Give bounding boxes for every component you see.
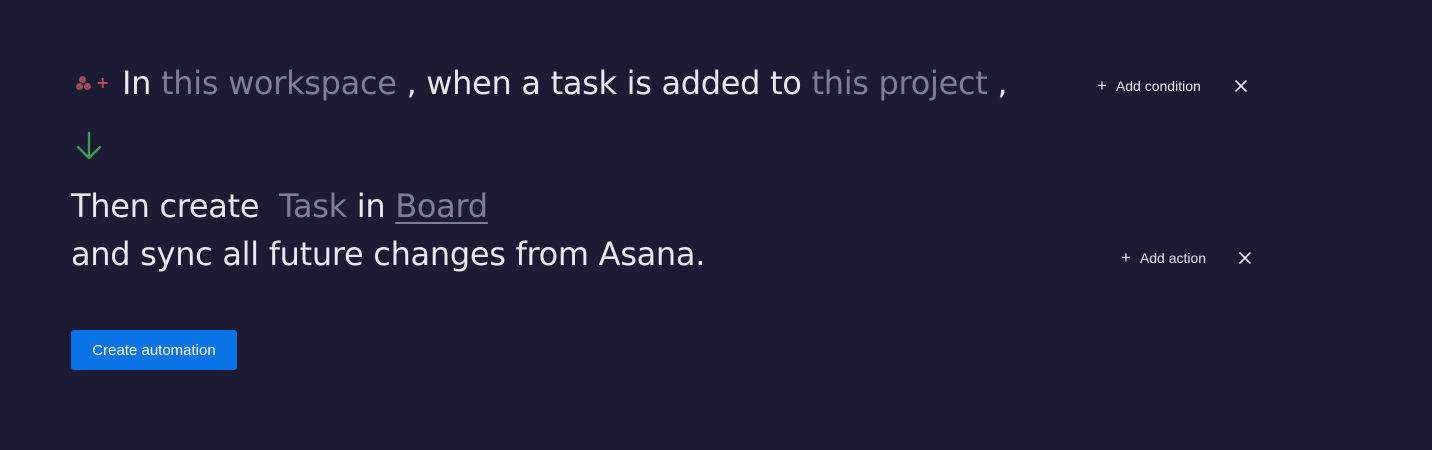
trigger-suffix: , xyxy=(997,64,1008,102)
plus-icon: + xyxy=(1121,248,1131,267)
create-automation-button[interactable]: Create automation xyxy=(71,330,237,370)
add-action-button[interactable]: + Add action xyxy=(1121,248,1207,267)
trigger-sentence: + In this workspace , when a task is add… xyxy=(76,63,1008,103)
remove-action-close-icon[interactable] xyxy=(1237,250,1253,266)
add-condition-label: Add condition xyxy=(1115,78,1201,94)
action-in-word: in xyxy=(356,187,386,225)
action-sentence-line1: Then create Task in Board xyxy=(71,186,488,226)
add-action-label: Add action xyxy=(1139,250,1207,266)
board-link[interactable]: Board xyxy=(395,187,488,225)
action-sentence-line2: and sync all future changes from Asana. xyxy=(71,235,706,273)
add-condition-button[interactable]: + Add condition xyxy=(1097,76,1201,95)
trigger-middle-text: , when a task is added to xyxy=(406,64,802,102)
project-selector[interactable]: this project xyxy=(811,63,987,103)
action-prefix: Then create xyxy=(71,187,260,225)
trigger-prefix: In xyxy=(122,64,152,102)
arrow-down-icon xyxy=(76,131,102,160)
workspace-selector[interactable]: this workspace xyxy=(161,63,397,103)
remove-condition-close-icon[interactable] xyxy=(1233,78,1249,94)
plus-icon: + xyxy=(1097,76,1107,95)
asana-icon: + xyxy=(76,63,110,103)
item-type-selector[interactable]: Task xyxy=(279,187,347,225)
